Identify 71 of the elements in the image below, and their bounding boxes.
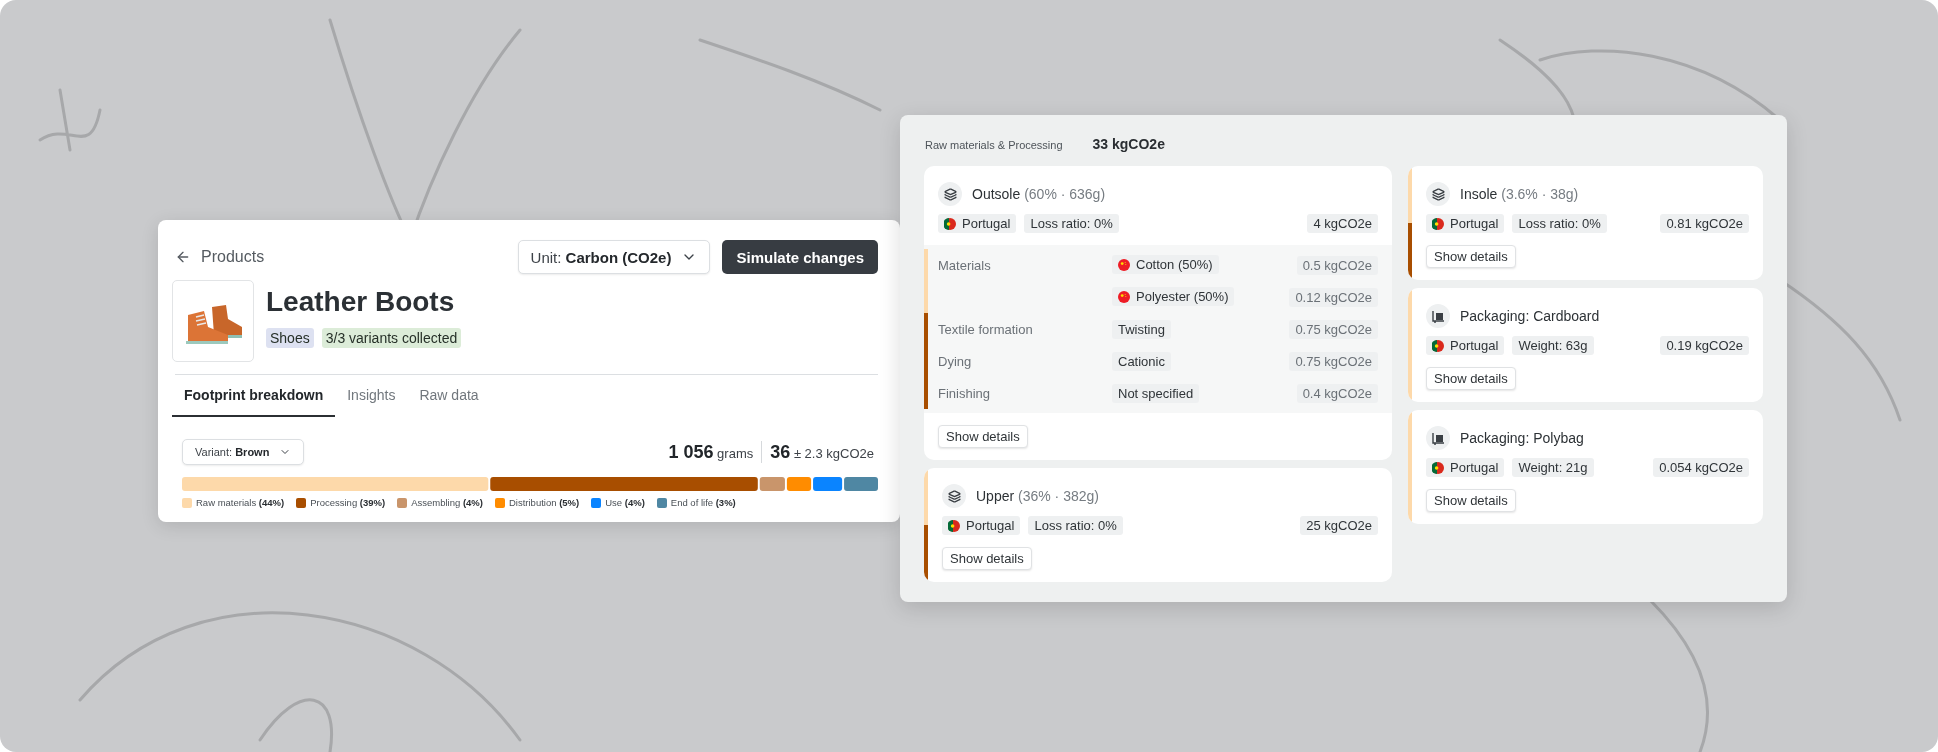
- detail-label: Textile formation: [938, 321, 1034, 337]
- emission-value: 4 kgCO2e: [1307, 214, 1378, 233]
- info-chip: Twisting: [1112, 319, 1171, 339]
- info-chip: Loss ratio: 0%: [1512, 214, 1607, 233]
- tab[interactable]: Footprint breakdown: [172, 377, 336, 417]
- country-chip: Portugal: [938, 214, 1017, 233]
- layers-icon: [942, 484, 966, 508]
- info-chip: Weight: 63g: [1512, 336, 1594, 355]
- tag: 3/3 variants collected: [321, 328, 462, 348]
- panel-title: Raw materials & Processing: [925, 139, 1063, 151]
- emission-value: 0.12 kgCO2e: [1289, 287, 1378, 307]
- detail-label: Dying: [938, 353, 973, 369]
- country-chip: Portugal: [1426, 214, 1505, 233]
- country-chip: Cotton (50%): [1112, 255, 1219, 275]
- emission-value: 0.75 kgCO2e: [1289, 319, 1378, 339]
- tab[interactable]: Insights: [335, 377, 408, 417]
- flag-icon: [944, 217, 956, 230]
- box-cart-icon: [1426, 426, 1450, 450]
- emission-value: 0.5 kgCO2e: [1296, 255, 1378, 275]
- product-title: Leather Boots: [266, 286, 456, 318]
- tag: Shoes: [266, 328, 314, 348]
- layers-icon: [1426, 182, 1450, 206]
- box-cart-icon: [1426, 304, 1450, 328]
- emission-value: 0.4 kgCO2e: [1296, 383, 1378, 403]
- show-details-button[interactable]: Show details: [938, 425, 1028, 448]
- detail-label: Finishing: [938, 385, 992, 401]
- emission-value: 0.19 kgCO2e: [1660, 336, 1749, 355]
- legend-label: Use (4%): [605, 497, 645, 508]
- tab[interactable]: Raw data: [407, 377, 491, 417]
- layers-icon: [938, 182, 962, 206]
- legend-label: End of life (3%): [670, 497, 736, 508]
- emission-value: 0.81 kgCO2e: [1660, 214, 1749, 233]
- info-chip: Not specified: [1112, 383, 1200, 403]
- component-title: Insole (3.6% · 38g): [1460, 186, 1579, 202]
- show-details-button[interactable]: Show details: [1426, 367, 1516, 390]
- back-link[interactable]: Products: [175, 248, 265, 266]
- country-chip: Portugal: [1426, 458, 1505, 477]
- flag-icon: [1432, 217, 1444, 230]
- country-chip: Portugal: [1426, 336, 1505, 355]
- flag-icon: [948, 519, 960, 532]
- legend-label: Assembling (4%): [411, 497, 483, 508]
- info-chip: Loss ratio: 0%: [1024, 214, 1119, 233]
- flag-icon: [1118, 290, 1130, 303]
- info-chip: Cationic: [1112, 351, 1171, 371]
- emission-value: 0.75 kgCO2e: [1289, 351, 1378, 371]
- emission-value: 25 kgCO2e: [1300, 516, 1378, 535]
- show-details-button[interactable]: Show details: [1426, 245, 1516, 268]
- legend-label: Raw materials (44%): [196, 497, 285, 508]
- simulate-button[interactable]: Simulate changes: [722, 240, 878, 274]
- weight-total: 1 056 grams: [668, 441, 754, 463]
- flag-icon: [1432, 339, 1444, 352]
- show-details-button[interactable]: Show details: [942, 547, 1032, 570]
- legend-label: Processing (39%): [310, 497, 386, 508]
- country-chip: Portugal: [942, 516, 1021, 535]
- emissions-total: 36 ± 2.3 kgCO2e: [770, 441, 874, 463]
- component-title: Upper (36% · 382g): [976, 488, 1099, 504]
- country-chip: Polyester (50%): [1112, 287, 1235, 307]
- legend-label: Distribution (5%): [508, 497, 580, 508]
- emission-value: 0.054 kgCO2e: [1653, 458, 1749, 477]
- detail-label: Materials: [938, 257, 992, 273]
- info-chip: Weight: 21g: [1512, 458, 1594, 477]
- info-chip: Loss ratio: 0%: [1028, 516, 1123, 535]
- component-title: Outsole (60% · 636g): [972, 186, 1106, 202]
- variant-select[interactable]: Variant: Brown: [182, 439, 305, 465]
- component-title: Packaging: Polybag: [1460, 430, 1584, 446]
- panel-total: 33 kgCO2e: [1092, 136, 1165, 152]
- flag-icon: [1118, 258, 1130, 271]
- show-details-button[interactable]: Show details: [1426, 489, 1516, 512]
- unit-select[interactable]: Unit: Carbon (CO2e): [517, 240, 711, 274]
- flag-icon: [1432, 461, 1444, 474]
- component-title: Packaging: Cardboard: [1460, 308, 1600, 324]
